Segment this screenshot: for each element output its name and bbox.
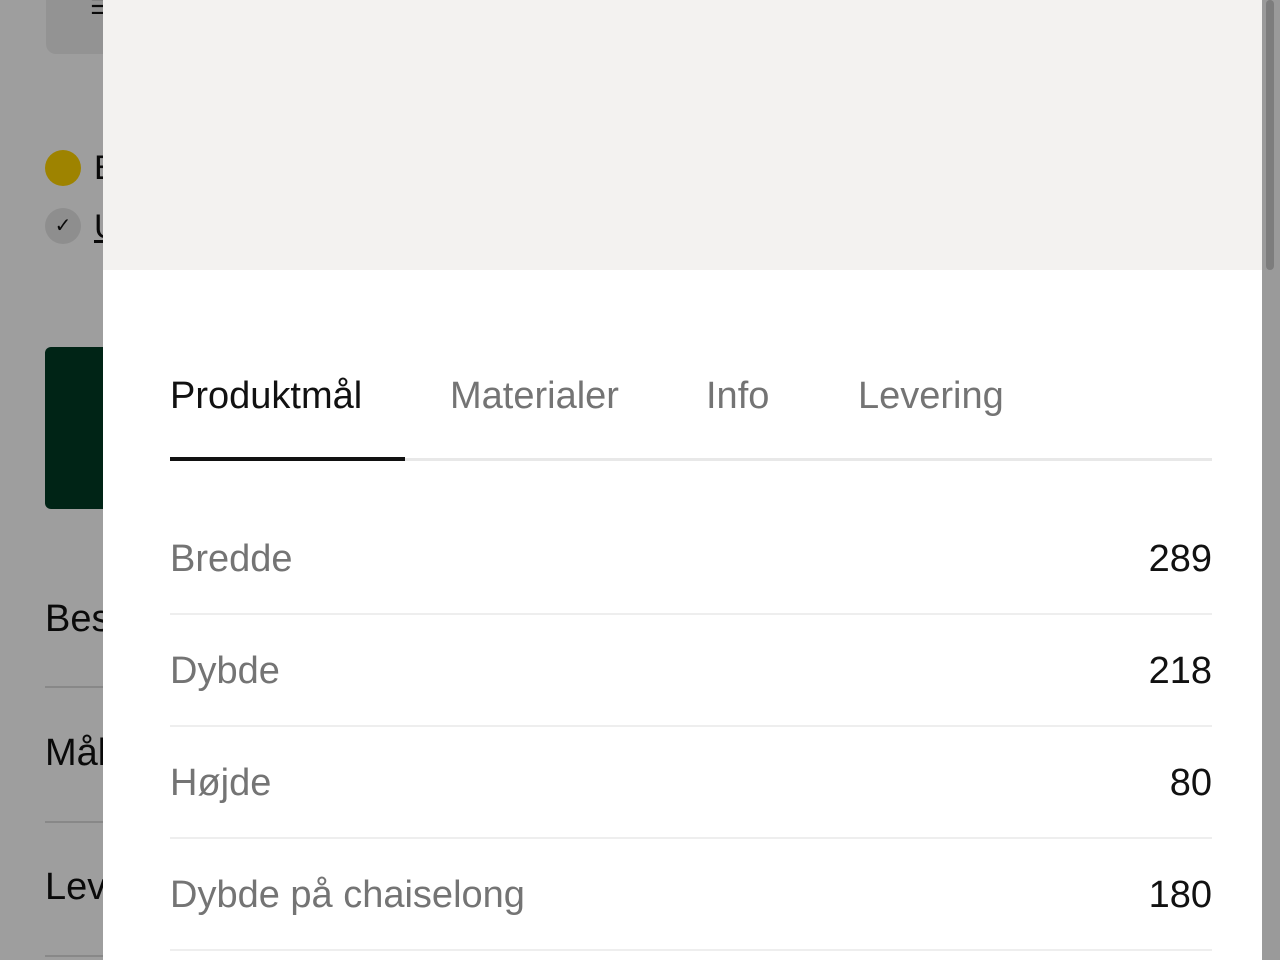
- spec-value: 180: [1148, 874, 1212, 916]
- scrollbar[interactable]: [1262, 0, 1280, 960]
- spec-row-height: Højde 80: [170, 727, 1212, 839]
- spec-row-depth: Dybde 218: [170, 615, 1212, 727]
- product-image-area: [103, 0, 1262, 270]
- scrollbar-thumb[interactable]: [1266, 0, 1274, 270]
- spec-value: 289: [1148, 538, 1212, 580]
- active-tab-indicator: [170, 457, 405, 461]
- spec-label: Dybde på chaiselong: [170, 874, 525, 916]
- spec-value: 218: [1148, 650, 1212, 692]
- spec-row-width: Bredde 289: [170, 503, 1212, 615]
- divider: [170, 949, 1212, 951]
- spec-label: Bredde: [170, 538, 293, 580]
- tab-levering[interactable]: Levering: [858, 374, 1004, 418]
- spec-row-chaiselong-depth: Dybde på chaiselong 180: [170, 839, 1212, 951]
- details-tabs: Produktmål Materialer Info Levering: [170, 352, 1212, 462]
- tab-info[interactable]: Info: [706, 374, 769, 418]
- tab-materialer[interactable]: Materialer: [450, 374, 619, 418]
- spec-label: Dybde: [170, 650, 280, 692]
- spec-label: Højde: [170, 762, 272, 804]
- product-details-panel: Produktmål Materialer Info Levering Bred…: [103, 0, 1262, 960]
- spec-value: 80: [1169, 762, 1212, 804]
- tab-produktmal[interactable]: Produktmål: [170, 374, 362, 418]
